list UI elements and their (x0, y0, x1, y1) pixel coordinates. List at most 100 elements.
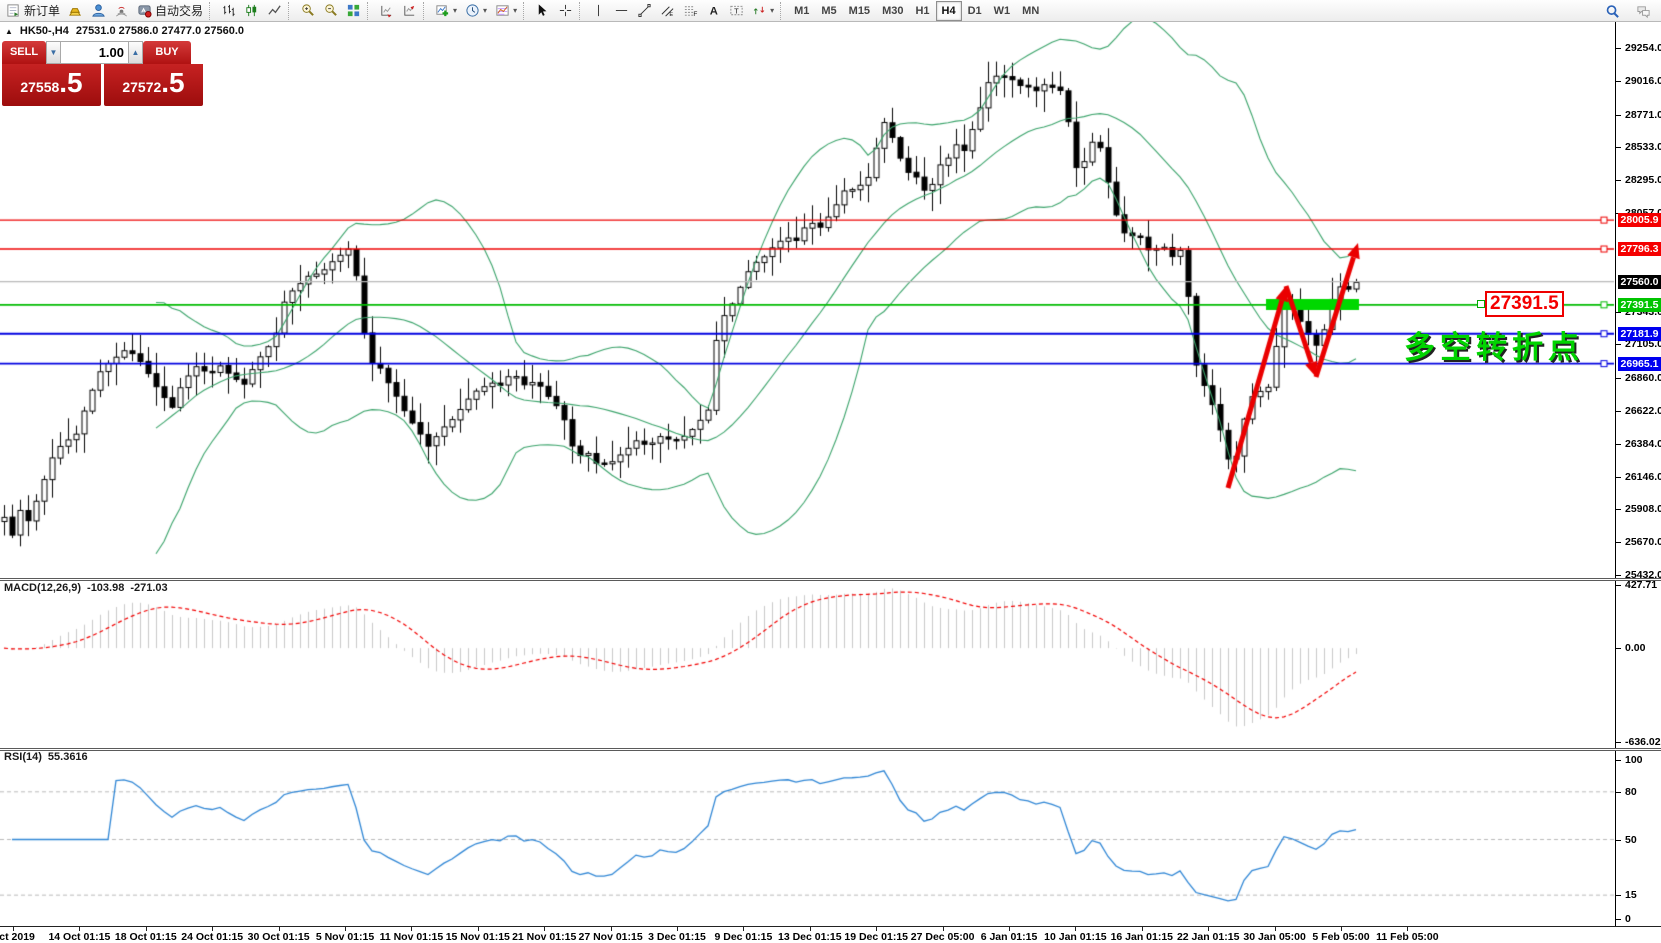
time-label: 24 Oct 01:15 (181, 931, 243, 943)
template-icon (495, 3, 510, 18)
axis-tick (1616, 444, 1621, 445)
axis-tick (1616, 81, 1621, 82)
search-button[interactable] (1601, 0, 1624, 22)
pane-splitter-macd[interactable] (0, 578, 1661, 581)
timeframe-m15-button[interactable]: M15 (843, 1, 876, 21)
cursor-icon (535, 3, 550, 18)
new-order-button[interactable]: 新订单 (2, 0, 64, 22)
price-callout-box[interactable]: 27391.5 (1485, 291, 1564, 317)
auto-scroll-button[interactable] (375, 0, 398, 22)
annotation-text[interactable]: 多空转折点 (1404, 322, 1584, 367)
time-label: 22 Jan 01:15 (1177, 931, 1239, 943)
fibonacci-icon: F (683, 3, 698, 18)
time-label: 21 Nov 01:15 (512, 931, 576, 943)
auto-scroll-icon (379, 3, 394, 18)
volume-decrease-button[interactable]: ▼ (46, 41, 61, 64)
hline-anchor-handle[interactable] (1477, 300, 1485, 308)
crosshair-button[interactable] (554, 0, 577, 22)
bar-chart-icon (221, 3, 236, 18)
timeframe-d1-button[interactable]: D1 (962, 1, 988, 21)
indicators-button[interactable]: ▾ (431, 0, 461, 22)
axis-tick (1616, 344, 1621, 345)
cursor-button[interactable] (531, 0, 554, 22)
signals-icon (114, 3, 129, 18)
autotrading-button-label: 自动交易 (155, 2, 203, 19)
label-button[interactable]: T (725, 0, 748, 22)
zoom-out-icon (323, 3, 338, 18)
timeframe-w1-button[interactable]: W1 (988, 1, 1017, 21)
new-order-button-label: 新订单 (24, 2, 60, 19)
buy-button[interactable]: 27572.5 (104, 64, 203, 106)
zoom-out-button[interactable] (319, 0, 342, 22)
timeframe-m30-button[interactable]: M30 (876, 1, 909, 21)
time-label: 13 Dec 01:15 (778, 931, 842, 943)
timeframe-h1-button[interactable]: H1 (909, 1, 935, 21)
axis-tick (1616, 895, 1621, 896)
axis-tick (1616, 585, 1621, 586)
time-label: 5 Feb 05:00 (1312, 931, 1369, 943)
axis-label: 0 (1625, 913, 1631, 925)
volume-increase-button[interactable]: ▲ (128, 41, 143, 64)
symbol-ohlc: 27531.0 27586.0 27477.0 27560.0 (76, 25, 244, 37)
price-axis[interactable]: 29254.029016.028771.028533.028295.028057… (1615, 22, 1661, 926)
price-badge: 27796.3 (1618, 242, 1661, 256)
axis-tick (1616, 147, 1621, 148)
volume-input[interactable] (61, 41, 128, 64)
collapse-icon[interactable]: ▲ (5, 27, 13, 36)
time-label: Oct 2019 (0, 931, 35, 943)
gold-button[interactable] (64, 0, 87, 22)
line-chart-button[interactable] (263, 0, 286, 22)
axis-label: 29254.0 (1625, 42, 1661, 54)
time-label: 19 Dec 01:15 (844, 931, 908, 943)
time-label: 30 Oct 01:15 (248, 931, 310, 943)
buy-price-fraction: .5 (161, 64, 184, 102)
templates-button[interactable]: ▾ (491, 0, 521, 22)
axis-label: 26384.0 (1625, 438, 1661, 450)
buy-tab[interactable]: BUY (143, 41, 191, 64)
timeframe-m5-button[interactable]: M5 (815, 1, 842, 21)
tile-windows-button[interactable] (342, 0, 365, 22)
zoom-in-button[interactable] (296, 0, 319, 22)
axis-label: 28771.0 (1625, 109, 1661, 121)
new-order-icon (6, 3, 21, 18)
timeframe-m1-button[interactable]: M1 (788, 1, 815, 21)
toolbar-separator (579, 2, 585, 20)
timeframe-h4-button[interactable]: H4 (936, 1, 962, 21)
channel-button[interactable]: E (656, 0, 679, 22)
axis-tick (1616, 648, 1621, 649)
rsi-label: RSI(14)55.3616 (4, 751, 88, 763)
axis-tick (1616, 742, 1621, 743)
axis-label: 80 (1625, 786, 1637, 798)
candlestick-button[interactable] (240, 0, 263, 22)
price-badge: 28005.9 (1618, 213, 1661, 227)
toolbar-separator (367, 2, 373, 20)
text-icon: A (706, 3, 721, 18)
trendline-button[interactable] (633, 0, 656, 22)
time-label: 15 Nov 01:15 (446, 931, 510, 943)
autotrading-button[interactable]: 自动交易 (133, 0, 207, 22)
chart-shift-button[interactable] (398, 0, 421, 22)
fibonacci-button[interactable]: F (679, 0, 702, 22)
axis-tick (1616, 509, 1621, 510)
svg-text:F: F (693, 11, 697, 18)
periods-button[interactable]: ▾ (461, 0, 491, 22)
text-button[interactable]: A (702, 0, 725, 22)
time-axis[interactable]: Oct 201914 Oct 01:1518 Oct 01:1524 Oct 0… (0, 926, 1661, 943)
community-icon (91, 3, 106, 18)
clock-icon (465, 3, 480, 18)
arrows-icon (752, 3, 767, 18)
community-button[interactable] (87, 0, 110, 22)
bar-chart-button[interactable] (217, 0, 240, 22)
signals-button[interactable] (110, 0, 133, 22)
arrows-button[interactable]: ▾ (748, 0, 778, 22)
timeframe-mn-button[interactable]: MN (1016, 1, 1045, 21)
price-chart-canvas[interactable] (0, 22, 1615, 926)
sell-button[interactable]: 27558.5 (2, 64, 101, 106)
toolbar-separator (288, 2, 294, 20)
pane-splitter-rsi[interactable] (0, 748, 1661, 751)
axis-tick (1616, 48, 1621, 49)
vline-button[interactable] (587, 0, 610, 22)
chat-button[interactable] (1632, 0, 1655, 22)
hline-button[interactable] (610, 0, 633, 22)
sell-tab[interactable]: SELL (2, 41, 46, 64)
